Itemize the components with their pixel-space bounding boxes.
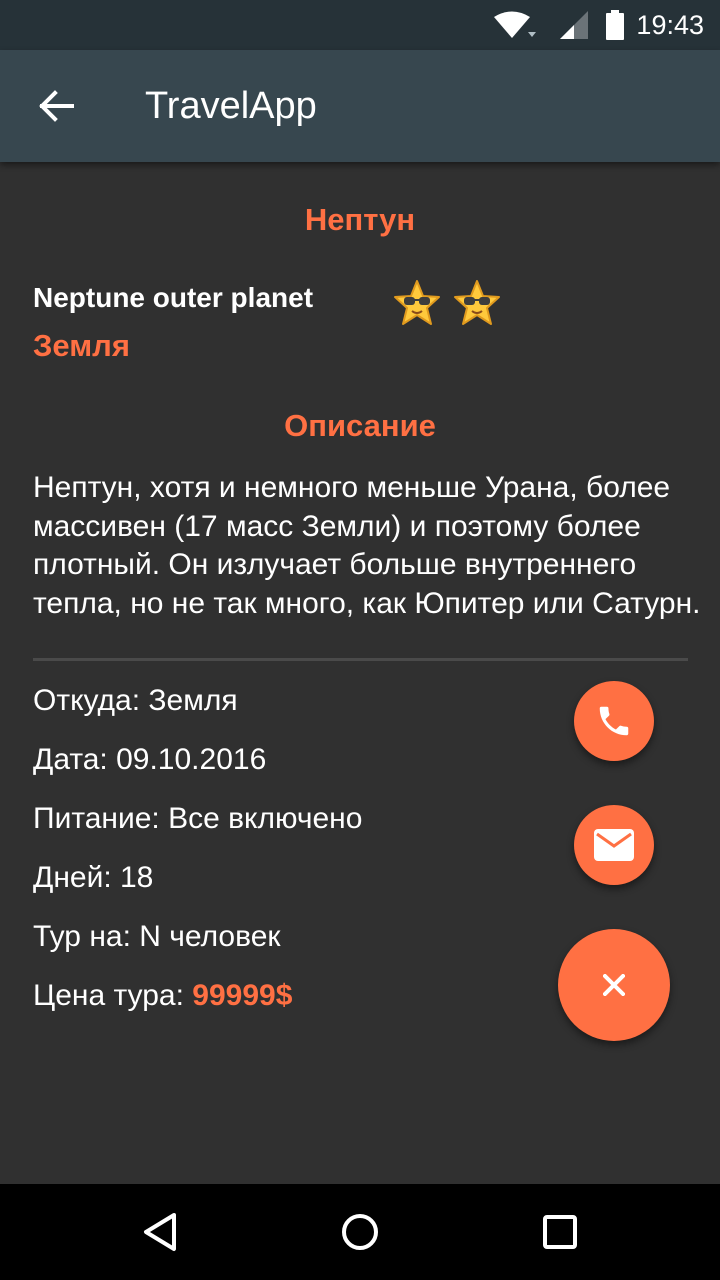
info-price: Цена тура: 99999$ xyxy=(33,979,292,1013)
star-icon xyxy=(454,280,500,325)
nav-back-icon xyxy=(144,1213,176,1251)
mail-icon xyxy=(594,829,634,861)
phone-icon xyxy=(599,706,629,736)
nav-back-button[interactable] xyxy=(112,1184,208,1280)
tour-details: Нептун Neptune outer planet Земля Описан… xyxy=(0,162,720,1184)
description-heading: Описание xyxy=(284,408,436,443)
nav-recents-icon xyxy=(543,1215,577,1249)
rating-stars xyxy=(392,278,502,328)
nav-recents-button[interactable] xyxy=(512,1184,608,1280)
close-menu-button[interactable] xyxy=(558,929,670,1041)
wifi-icon xyxy=(494,11,537,38)
info-food: Питание: Все включено xyxy=(33,802,363,835)
email-button[interactable] xyxy=(574,805,654,885)
star-icon xyxy=(394,280,440,325)
divider xyxy=(33,658,688,661)
info-days: Дней: 18 xyxy=(33,861,154,894)
close-icon xyxy=(603,974,625,996)
price-label: Цена тура: xyxy=(33,979,184,1012)
nav-home-icon xyxy=(342,1214,378,1250)
navigation-bar xyxy=(0,1184,720,1280)
status-icons: 19:43 xyxy=(492,0,704,50)
price-value: 99999$ xyxy=(192,979,293,1012)
origin-label: Земля xyxy=(33,328,130,363)
info-from: Откуда: Земля xyxy=(33,684,238,717)
battery-icon xyxy=(606,10,625,40)
status-time: 19:43 xyxy=(636,9,704,40)
description-text: Нептун, хотя и немного меньше Урана, бол… xyxy=(33,471,701,620)
place-subtitle: Neptune outer planet xyxy=(33,282,314,313)
signal-icon xyxy=(560,11,589,39)
place-title: Нептун xyxy=(304,202,416,237)
arrow-back-icon xyxy=(39,90,74,122)
info-date: Дата: 09.10.2016 xyxy=(33,743,267,776)
status-bar: 19:43 xyxy=(0,0,720,50)
app-title: TravelApp xyxy=(145,85,317,127)
call-button[interactable] xyxy=(574,681,654,761)
nav-home-button[interactable] xyxy=(312,1184,408,1280)
app-bar: TravelApp xyxy=(0,50,720,162)
back-button[interactable] xyxy=(26,76,86,136)
info-people: Тур на: N человек xyxy=(33,920,281,953)
